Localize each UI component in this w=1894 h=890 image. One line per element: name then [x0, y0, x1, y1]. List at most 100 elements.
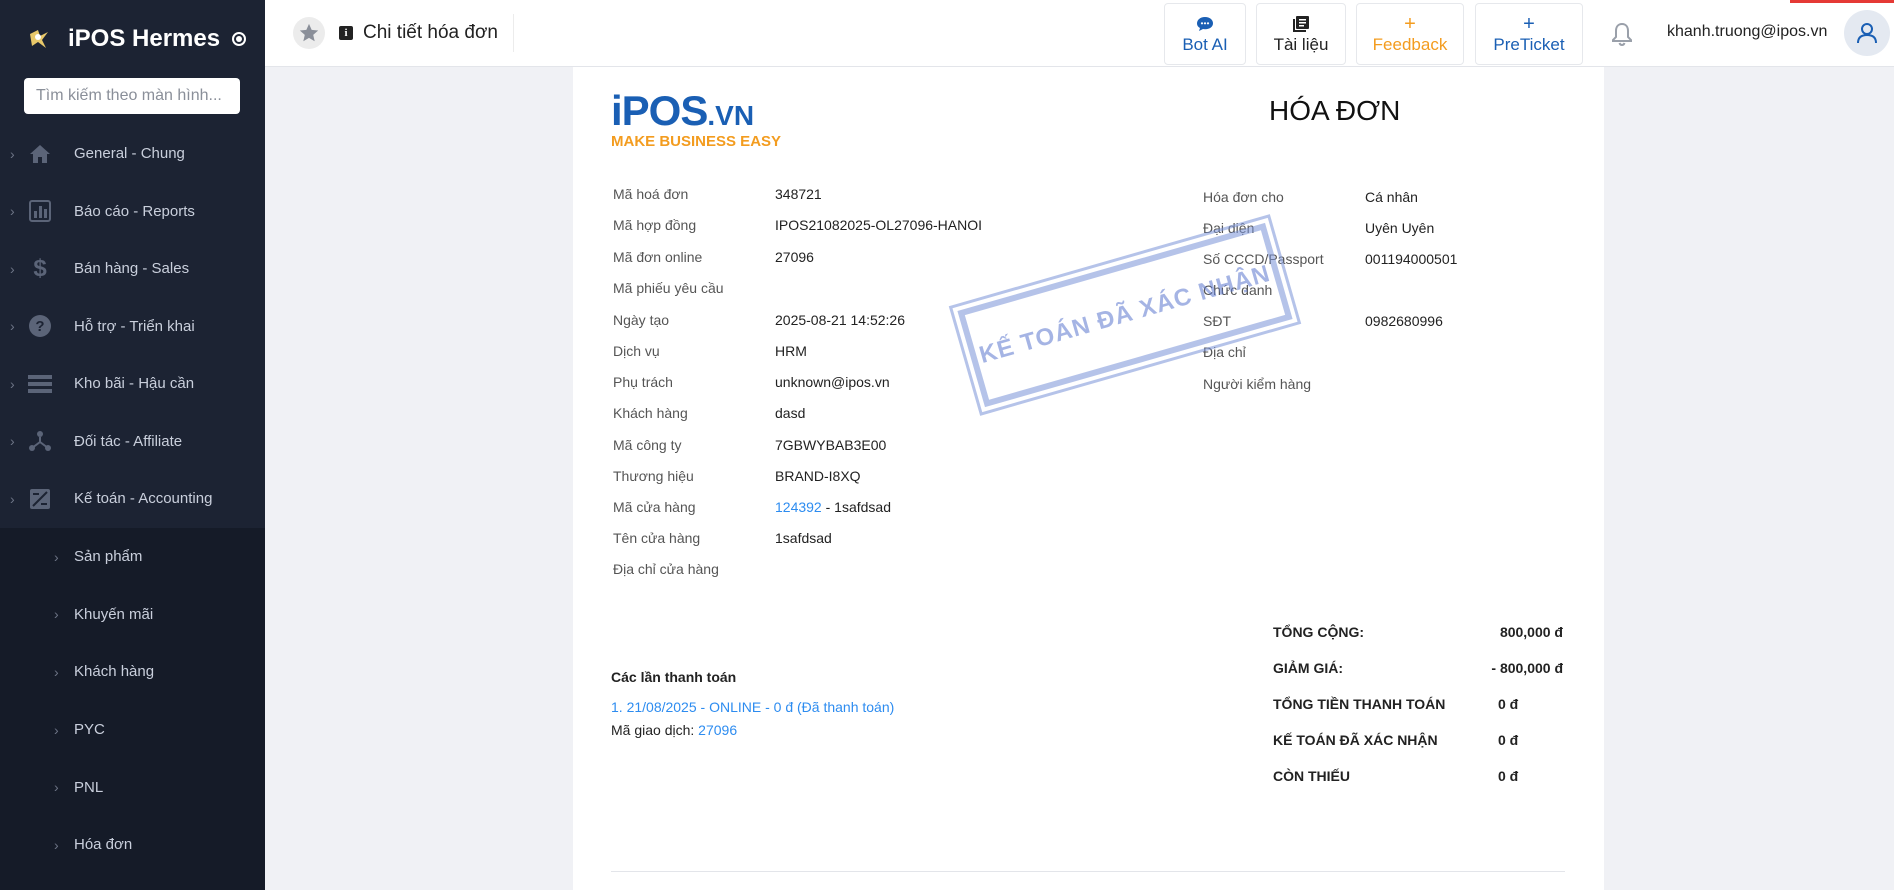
info-row: Địa chỉ cửa hàng: [613, 561, 775, 581]
submenu-item-products[interactable]: › Sản phẩm: [0, 528, 265, 586]
chevron-right-icon: ›: [54, 548, 59, 565]
field-value: dasd: [775, 405, 806, 421]
submenu-item-customers[interactable]: › Khách hàng: [0, 643, 265, 701]
logo-suffix: .VN: [707, 100, 755, 131]
preticket-label: PreTicket: [1493, 35, 1565, 54]
sidebar-item-accounting[interactable]: › Kế toán - Accounting: [0, 470, 265, 528]
payments-title: Các lần thanh toán: [611, 669, 737, 685]
plus-icon: +: [1523, 13, 1535, 35]
notification-bell-icon[interactable]: [1607, 19, 1637, 49]
submenu-item-label: Khách hàng: [74, 663, 155, 681]
logo-tagline: MAKE BUSINESS EASY: [611, 133, 782, 150]
info-row: Tên cửa hàng 1safdsad: [613, 530, 832, 550]
field-value: Uyên Uyên: [1365, 220, 1435, 236]
field-label: Khách hàng: [613, 405, 688, 421]
submenu-item-label: Khuyến mãi: [74, 605, 154, 623]
favorite-star-icon[interactable]: [293, 17, 325, 49]
feedback-button[interactable]: + Feedback: [1356, 3, 1464, 65]
sidebar-toggle-icon[interactable]: [232, 32, 247, 46]
hermes-logo-icon[interactable]: [24, 24, 54, 54]
field-label: Tên cửa hàng: [613, 530, 701, 546]
list-icon: [28, 372, 52, 396]
accounting-icon: [28, 487, 52, 511]
field-value: IPOS21082025-OL27096-HANOI: [775, 217, 983, 233]
sidebar-item-sales[interactable]: › $ Bán hàng - Sales: [0, 240, 265, 298]
submenu-item-promotions[interactable]: › Khuyến mãi: [0, 586, 265, 644]
total-value: 0 đ: [1498, 768, 1519, 784]
chevron-right-icon: ›: [10, 318, 15, 335]
invoice-card: iPOS.VN MAKE BUSINESS EASY HÓA ĐƠN Mã ho…: [573, 67, 1604, 890]
phone-link[interactable]: 0982680996: [1365, 313, 1443, 333]
sidebar-item-label: Kho bãi - Hậu cần: [74, 375, 195, 393]
field-value: 1safdsad: [775, 530, 832, 546]
field-value: 001194000501: [1365, 251, 1458, 267]
sidebar-item-label: Hỗ trợ - Triển khai: [74, 317, 195, 335]
company-code-link[interactable]: 7GBWYBAB3E00: [775, 437, 886, 457]
top-header: i Chi tiết hóa đơn Bot AI Tài liệu + Fee…: [265, 0, 1894, 67]
sidebar-item-support[interactable]: › ? Hỗ trợ - Triển khai: [0, 298, 265, 356]
payment-entry-link[interactable]: 1. 21/08/2025 - ONLINE - 0 đ (Đã thanh t…: [611, 699, 894, 715]
sidebar-item-affiliate[interactable]: › Đối tác - Affiliate: [0, 413, 265, 471]
invoice-title: HÓA ĐƠN: [1269, 95, 1401, 126]
info-row: Người kiểm hàng: [1203, 376, 1365, 396]
bot-ai-button[interactable]: Bot AI: [1164, 3, 1246, 65]
submenu-item-label: PYC: [74, 721, 105, 739]
info-row: Khách hàng dasd: [613, 405, 805, 425]
docs-label: Tài liệu: [1273, 35, 1329, 54]
field-label: Mã hợp đồng: [613, 217, 697, 233]
info-row: Mã công ty 7GBWYBAB3E00: [613, 437, 886, 457]
remaining-row: CÒN THIẾU 0 đ: [1273, 768, 1563, 788]
info-icon: i: [339, 26, 353, 40]
app-title: iPOS Hermes: [68, 25, 221, 52]
sidebar-search-input[interactable]: [24, 78, 240, 114]
book-icon: [1292, 13, 1310, 35]
help-icon: ?: [28, 314, 52, 338]
chevron-right-icon: ›: [10, 260, 15, 277]
submenu-item-pnl[interactable]: › PNL: [0, 758, 265, 816]
field-label: Mã hoá đơn: [613, 186, 689, 202]
chevron-right-icon: ›: [10, 375, 15, 392]
total-label: CÒN THIẾU: [1273, 768, 1350, 784]
chevron-right-icon: ›: [10, 203, 15, 220]
sidebar-item-general[interactable]: › General - Chung: [0, 125, 265, 183]
submenu-item-pyc[interactable]: › PYC: [0, 701, 265, 759]
field-label: Ngày tạo: [613, 312, 670, 328]
field-value: unknown@ipos.vn: [775, 374, 890, 390]
payable-row: TỔNG TIỀN THANH TOÁN 0 đ: [1273, 696, 1563, 716]
chevron-right-icon: ›: [10, 145, 15, 162]
sidebar-item-warehouse[interactable]: › Kho bãi - Hậu cần: [0, 355, 265, 413]
sidebar-item-label: Bán hàng - Sales: [74, 260, 190, 278]
submenu-item-label: PNL: [74, 778, 104, 796]
submenu-item-label: Sản phẩm: [74, 548, 143, 566]
ipos-logo: iPOS.VN: [611, 87, 754, 135]
chevron-right-icon: ›: [54, 663, 59, 680]
payment-code-link[interactable]: 27096: [698, 722, 737, 738]
field-value: HRM: [775, 343, 807, 359]
field-label: Dịch vụ: [613, 343, 660, 359]
submenu-item-invoices[interactable]: › Hóa đơn: [0, 816, 265, 874]
divider: [611, 871, 1565, 872]
user-avatar-icon[interactable]: [1844, 10, 1890, 56]
sidebar-item-label: Báo cáo - Reports: [74, 202, 195, 220]
field-label: Mã đơn online: [613, 249, 703, 265]
online-order-link[interactable]: 27096: [775, 249, 814, 269]
submenu-item-label: Hóa đơn: [74, 836, 133, 854]
sidebar-item-reports[interactable]: › Báo cáo - Reports: [0, 183, 265, 241]
chevron-right-icon: ›: [54, 721, 59, 738]
home-icon: [28, 142, 52, 166]
user-email[interactable]: khanh.truong@ipos.vn: [1667, 23, 1827, 41]
store-code-link[interactable]: 124392: [775, 499, 822, 515]
brand: iPOS Hermes: [0, 0, 265, 78]
bot-ai-label: Bot AI: [1182, 35, 1228, 54]
field-label: Mã phiếu yêu cầu: [613, 280, 724, 296]
preticket-button[interactable]: + PreTicket: [1475, 3, 1583, 65]
plus-icon: +: [1404, 13, 1416, 35]
logo-text: iPOS: [611, 87, 708, 134]
field-value: 348721: [775, 186, 822, 202]
docs-button[interactable]: Tài liệu: [1256, 3, 1346, 65]
total-value: 0 đ: [1498, 732, 1519, 748]
field-value: BRAND-I8XQ: [775, 468, 861, 484]
svg-text:?: ?: [35, 318, 44, 335]
page-title: Chi tiết hóa đơn: [363, 22, 498, 43]
page-title-group: i Chi tiết hóa đơn: [339, 20, 498, 46]
